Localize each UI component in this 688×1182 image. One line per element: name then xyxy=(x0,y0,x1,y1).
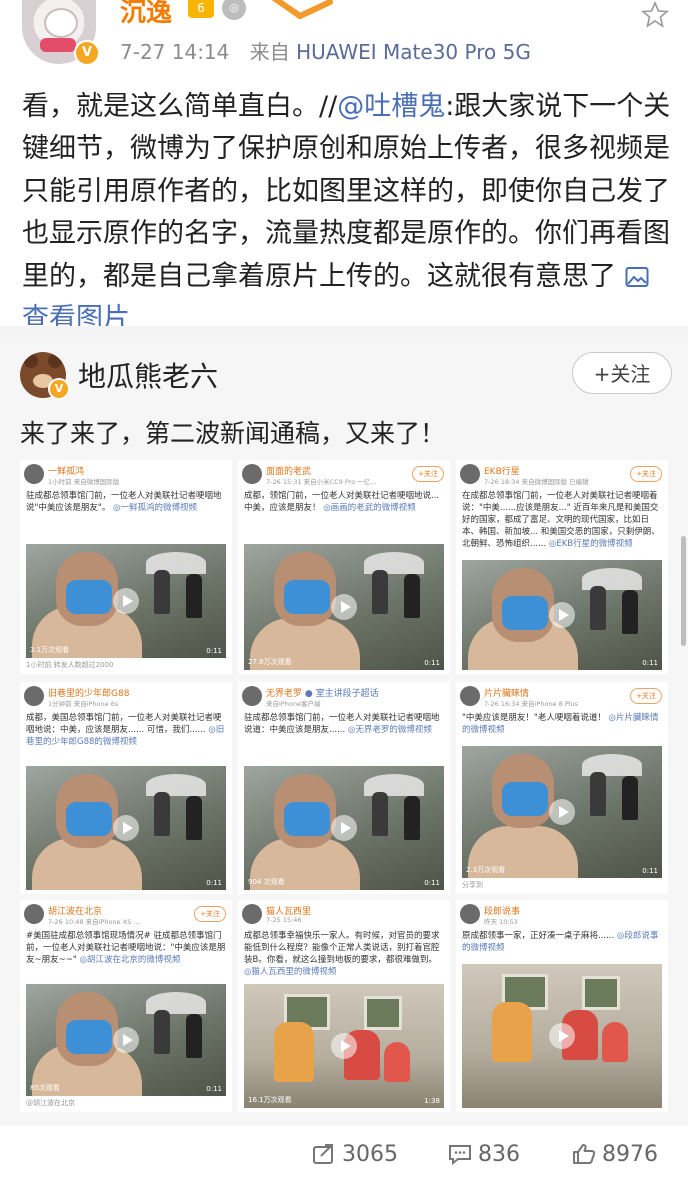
video-thumbnail[interactable]: 0:11 xyxy=(26,766,226,890)
grid-meta: 1小时前 来自微博国际版 xyxy=(48,478,120,486)
grid-avatar[interactable] xyxy=(242,686,262,706)
image-icon xyxy=(625,266,649,287)
divider xyxy=(0,326,688,338)
source-device[interactable]: HUAWEI Mate30 Pro 5G xyxy=(296,40,531,64)
post-text: 看，就是这么简单直白。//@吐槽鬼:跟大家说下一个关键细节，微博为了保护原创和原… xyxy=(22,86,672,340)
video-thumbnail[interactable]: 85次观看 0:11 xyxy=(26,984,226,1096)
grid-follow-button[interactable]: +关注 xyxy=(194,906,226,922)
comment-button[interactable]: 836 xyxy=(448,1142,520,1167)
grid-text: "中美应该是朋友！"老人哽咽着说道！ ◎片片臟睐情的微博视频 xyxy=(462,713,659,735)
grid-meta: 7-25 15:46 xyxy=(266,916,302,924)
view-count: 3.1万次观看 xyxy=(30,646,70,654)
mention-link[interactable]: @吐槽鬼 xyxy=(337,91,445,122)
grid-avatar[interactable] xyxy=(242,464,262,484)
video-thumbnail[interactable]: 16.1万次观看 1:38 xyxy=(244,984,444,1108)
view-count: 85次观看 xyxy=(30,1084,60,1092)
grid-text: 成都，领馆门前，一位老人对美联社记者哽咽地说...中美，应该是朋友！ ◎画画的老… xyxy=(244,491,440,513)
grid-avatar[interactable] xyxy=(460,904,480,924)
grid-image-7[interactable]: 胡江波在北京 7-26 10:48 来自iPhone XS ... +关注 #美… xyxy=(20,900,232,1112)
grid-image-2[interactable]: 面面的老武 7-26 15:31 来自小米CC9 Pro 一亿... +关注 成… xyxy=(238,460,450,674)
video-duration: 0:11 xyxy=(424,879,440,887)
grid-footer: 分享到 xyxy=(462,881,483,889)
decoration-sticker-icon xyxy=(271,0,333,20)
video-duration: 0:11 xyxy=(206,647,222,655)
grid-image-4[interactable]: 旧巷里的少年郎G88 1分钟前 来自iPhone 6s 成都，美国总领事馆门前，… xyxy=(20,682,232,894)
grid-meta: 7-26 18:34 来自微博国际版 已编辑 xyxy=(484,478,589,486)
grid-meta: 昨天 10:53 xyxy=(484,918,518,926)
view-count: 2.3万次观看 xyxy=(466,866,506,874)
grid-avatar[interactable] xyxy=(460,686,480,706)
grid-image-8[interactable]: 猫人瓦西里 7-25 15:46 成都总领事幸福快乐一家人。有时候，对官员的要求… xyxy=(238,900,450,1112)
grid-avatar[interactable] xyxy=(24,464,44,484)
grid-image-6[interactable]: 片片臟睐情 7-26 16:34 来自iPhone 8 Plus +关注 "中美… xyxy=(456,682,668,894)
grid-footer: @胡江波在北京 xyxy=(26,1099,75,1107)
video-thumbnail[interactable] xyxy=(462,964,662,1108)
grid-text: 在成都总领事馆门前，一位老人对美联社记者哽咽着说："中美......应该是朋友.… xyxy=(462,491,660,549)
grid-text: 成都总领事幸福快乐一家人。有时候，对官员的要求能低到什么程度？能像个正常人类说话… xyxy=(244,931,440,977)
verified-badge-icon: V xyxy=(74,40,100,66)
video-thumbnail[interactable]: 904 次观看 0:11 xyxy=(244,766,444,890)
repost-button[interactable]: 3065 xyxy=(312,1142,398,1167)
post-meta: 7-27 14:14 来自 HUAWEI Mate30 Pro 5G xyxy=(120,36,531,65)
grid-text: #美国驻成都总领事馆现场情况# 驻成都总领事馆门前，一位老人对美联社记者哽咽地说… xyxy=(26,931,226,965)
repost-text: 来了来了，第二波新闻通稿，又来了！ xyxy=(20,419,446,448)
member-badge-icon: ◎ xyxy=(222,0,246,20)
like-button[interactable]: 8976 xyxy=(572,1142,658,1167)
username[interactable]: 沉逸 xyxy=(120,0,172,29)
post-time: 7-27 14:14 xyxy=(120,40,230,64)
follow-button[interactable]: +关注 xyxy=(572,352,672,394)
share-icon xyxy=(313,1144,333,1164)
grid-meta: 7-26 15:31 来自小米CC9 Pro 一亿... xyxy=(266,478,377,486)
video-duration: 1:38 xyxy=(424,1097,440,1105)
grid-avatar[interactable] xyxy=(460,464,480,484)
grid-meta: 7-26 16:34 来自iPhone 8 Plus xyxy=(484,700,579,708)
grid-text: 原成都领事一家，正好凑一桌子麻将...... ◎段郎说事的微博视频 xyxy=(462,931,659,953)
video-duration: 0:11 xyxy=(206,879,222,887)
grid-follow-button[interactable]: +关注 xyxy=(630,466,662,482)
grid-text: 成都，美国总领事馆门前，一位老人对美联社记者哽咽地说：中美，应该是朋友.....… xyxy=(26,713,225,747)
video-thumbnail[interactable]: 0:11 xyxy=(462,560,662,670)
source-prefix: 来自 xyxy=(249,40,290,64)
grid-avatar[interactable] xyxy=(242,904,262,924)
video-duration: 0:11 xyxy=(642,659,658,667)
view-count: 904 次观看 xyxy=(248,878,285,886)
scrollbar[interactable] xyxy=(681,536,686,646)
grid-image-1[interactable]: 一鲜孤鸿 1小时前 来自微博国际版 驻成都总领事馆门前，一位老人对美联社记者哽咽… xyxy=(20,460,232,674)
video-duration: 0:11 xyxy=(424,659,440,667)
grid-image-9[interactable]: 段郎说事 昨天 10:53 原成都领事一家，正好凑一桌子麻将...... ◎段郎… xyxy=(456,900,668,1112)
grid-follow-button[interactable]: +关注 xyxy=(412,466,444,482)
grid-text: 驻成都总领事馆门前，一位老人对美联社记者哽咽地说道：中美应该是朋友...... … xyxy=(244,713,440,735)
view-count: 16.1万次观看 xyxy=(248,1096,292,1104)
video-thumbnail[interactable]: 27.8万次观看 0:11 xyxy=(244,544,444,670)
grid-avatar[interactable] xyxy=(24,686,44,706)
video-thumbnail[interactable]: 3.1万次观看 0:11 xyxy=(26,544,226,658)
view-count: 27.8万次观看 xyxy=(248,658,292,666)
comment-icon xyxy=(449,1145,471,1166)
video-duration: 0:11 xyxy=(206,1085,222,1093)
repost-count: 3065 xyxy=(342,1142,398,1167)
video-thumbnail[interactable]: 2.3万次观看 0:11 xyxy=(462,746,662,878)
like-count: 8976 xyxy=(602,1142,658,1167)
grid-image-3[interactable]: EKB行星 7-26 18:34 来自微博国际版 已编辑 +关注 在成都总领事馆… xyxy=(456,460,668,674)
grid-meta: 来自iPhone客户端 xyxy=(266,700,321,708)
comment-count: 836 xyxy=(478,1142,520,1167)
grid-follow-button[interactable]: +关注 xyxy=(630,688,662,704)
post-text-pre: 看，就是这么简单直白。// xyxy=(22,91,338,122)
favorite-star-icon[interactable] xyxy=(640,0,670,30)
repost-verified-badge-icon: V xyxy=(48,378,70,400)
thumbs-up-icon xyxy=(573,1144,596,1164)
grid-footer: 1小时前 转发人数超过2000 xyxy=(26,661,114,669)
video-duration: 0:11 xyxy=(642,867,658,875)
repost-author[interactable]: 地瓜熊老六 xyxy=(78,355,218,395)
grid-image-5[interactable]: 无界老罗 ● 室主讲段子超话 来自iPhone客户端 驻成都总领事馆门前，一位老… xyxy=(238,682,450,894)
grid-avatar[interactable] xyxy=(24,904,44,924)
grid-meta: 1分钟前 来自iPhone 6s xyxy=(48,700,119,708)
grid-meta: 7-26 10:48 来自iPhone XS ... xyxy=(48,918,140,926)
grid-text: 驻成都总领事馆门前，一位老人对美联社记者哽咽地说"中美应该是朋友"。 ◎一鲜孤鸿… xyxy=(26,491,222,513)
level-badge: 6 xyxy=(188,0,214,18)
